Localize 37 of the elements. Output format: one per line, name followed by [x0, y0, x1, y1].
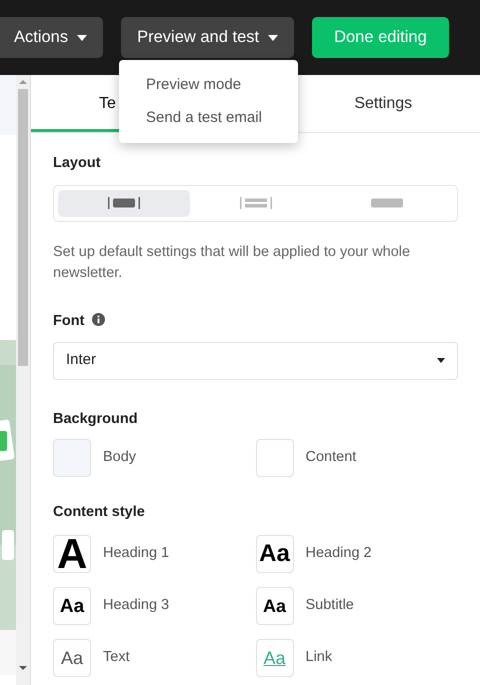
sample-text: Aa [262, 597, 286, 616]
layout-option[interactable] [58, 190, 190, 217]
section-label: Content style [53, 503, 145, 522]
lines-layout-icon [238, 196, 272, 210]
color-swatch[interactable] [53, 439, 91, 478]
style-label: Subtitle [306, 596, 354, 616]
sample-text: Aa [60, 596, 84, 616]
style-sample[interactable]: Aa [53, 587, 91, 626]
sample-text: Aa [263, 649, 286, 668]
description: Set up default settings that will be applied to your whole newsletter. [53, 242, 412, 283]
style-sample[interactable]: Aa [256, 587, 294, 626]
sample-text: Aa [259, 542, 290, 566]
style-label: Heading 1 [103, 544, 170, 564]
scroll-up-icon[interactable] [19, 79, 27, 85]
section-label: Font [53, 312, 84, 331]
style-label: Link [306, 648, 332, 668]
menu-button[interactable]: Preview and test [121, 17, 294, 58]
boxed-layout-icon [106, 196, 141, 210]
sample-text: Aa [60, 649, 84, 668]
scrollbar[interactable] [16, 75, 30, 685]
full-width-layout-icon [370, 196, 404, 210]
section-label: Layout [53, 154, 101, 173]
caret-icon [437, 358, 445, 364]
actions-button[interactable]: Actions [0, 17, 104, 58]
style-sample[interactable]: Aa [53, 639, 91, 678]
style-sample[interactable]: Aa [256, 535, 294, 574]
style-label: Heading 2 [306, 544, 372, 564]
scroll-down-icon[interactable] [19, 665, 27, 671]
swatch-label: Content [306, 448, 356, 468]
scrollbar-thumb[interactable] [18, 89, 28, 366]
info-icon[interactable] [92, 312, 105, 326]
style-label: Heading 3 [103, 596, 170, 616]
style-label: Text [103, 648, 130, 668]
swatch-label: Body [103, 448, 136, 468]
color-swatch[interactable] [256, 439, 294, 478]
font-select[interactable]: Inter [53, 342, 458, 380]
section-label: Background [53, 410, 138, 429]
